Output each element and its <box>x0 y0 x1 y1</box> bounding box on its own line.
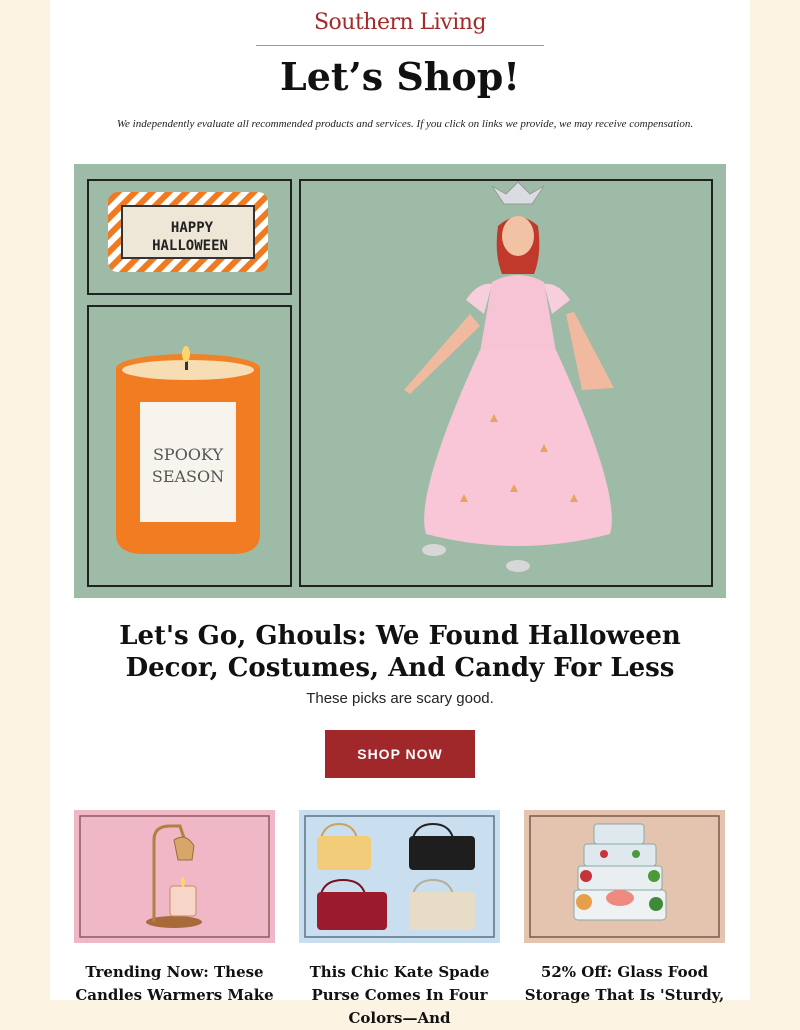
spooky-candle: SPOOKY SEASON <box>116 346 260 554</box>
brand-logo[interactable]: Southern Living <box>50 10 750 35</box>
article-card[interactable]: This Chic Kate Spade Purse Comes In Four… <box>299 810 500 1030</box>
card-title[interactable]: This Chic Kate Spade Purse Comes In Four… <box>299 961 500 1030</box>
halloween-pillow: HAPPY HALLOWEEN <box>108 192 268 272</box>
pillow-text-1: HAPPY <box>171 220 214 236</box>
feature-headline[interactable]: Let's Go, Ghouls: We Found Halloween Dec… <box>70 620 730 684</box>
candle-warmer-image[interactable] <box>74 810 275 943</box>
shop-now-button[interactable]: SHOP NOW <box>325 730 475 778</box>
page-title: Let’s Shop! <box>280 54 520 99</box>
candle-text-1: SPOOKY <box>153 445 223 464</box>
card-title[interactable]: Trending Now: These Candles Warmers Make <box>74 961 275 1007</box>
food-storage-image[interactable] <box>524 810 725 943</box>
article-card[interactable]: Trending Now: These Candles Warmers Make <box>74 810 275 1007</box>
purse-image[interactable] <box>299 810 500 943</box>
affiliate-disclaimer: We independently evaluate all recommende… <box>116 118 694 130</box>
hero-image[interactable]: HAPPY HALLOWEEN SPOOKY SEASON <box>74 164 726 598</box>
email-sheet: Southern Living Let’s Shop! We independe… <box>50 0 750 1027</box>
candle-text-2: SEASON <box>152 467 224 486</box>
pillow-text-2: HALLOWEEN <box>152 238 228 254</box>
card-title[interactable]: 52% Off: Glass Food Storage That Is 'Stu… <box>524 961 725 1007</box>
brand-divider <box>256 45 544 46</box>
feature-subhead: These picks are scary good. <box>306 690 494 707</box>
article-card[interactable]: 52% Off: Glass Food Storage That Is 'Stu… <box>524 810 725 1007</box>
